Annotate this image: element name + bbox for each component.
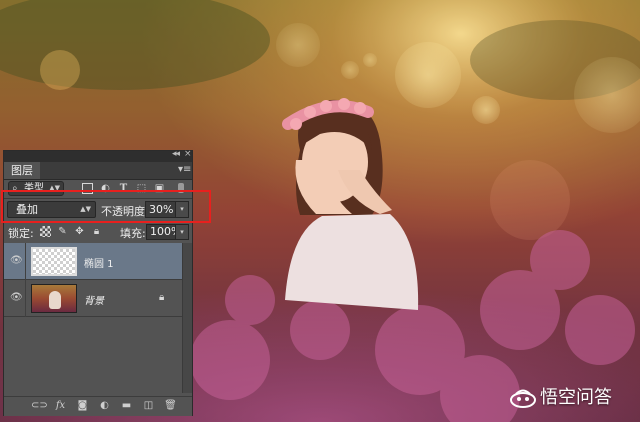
filter-type-label: 类型 — [24, 183, 44, 194]
chevron-down-icon: ▲▼ — [49, 184, 60, 192]
layer-thumbnail — [31, 247, 77, 276]
opacity-input[interactable]: 30% ▾ — [145, 201, 189, 218]
lock-all-icon[interactable]: 🔒︎ — [91, 226, 102, 237]
group-folder-icon[interactable]: ▬ — [120, 400, 133, 412]
smart-object-filter-icon[interactable]: ▣ — [154, 183, 165, 194]
mask-icon[interactable]: ◙ — [76, 400, 89, 412]
lock-icon: 🔒︎ — [159, 292, 165, 303]
collapse-panel-icon[interactable]: ◂◂ — [172, 149, 180, 159]
lock-label: 锁定: — [8, 227, 34, 240]
eye-icon: 👁︎ — [10, 292, 23, 303]
shape-filter-icon[interactable]: ⬚ — [136, 183, 147, 194]
layers-list: 👁︎ 椭圆 1 👁︎ 背景 🔒︎ — [4, 243, 182, 393]
panel-titlebar[interactable]: ◂◂ × — [4, 149, 192, 162]
visibility-toggle[interactable]: 👁︎ — [4, 280, 26, 317]
fill-input[interactable]: 100% ▾ — [146, 224, 189, 240]
layer-name[interactable]: 背景 — [84, 292, 104, 307]
opacity-dropdown-button[interactable]: ▾ — [175, 202, 188, 217]
filter-toggle-switch[interactable] — [178, 183, 184, 193]
search-icon: ⌕ — [12, 183, 18, 194]
link-icon[interactable]: ⊂⊃ — [31, 400, 48, 412]
eye-icon: 👁︎ — [10, 255, 23, 266]
layer-name[interactable]: 椭圆 1 — [84, 255, 114, 270]
visibility-toggle[interactable]: 👁︎ — [4, 243, 26, 280]
blend-row: 叠加 ▲▼ 不透明度: 30% ▾ — [4, 199, 192, 221]
opacity-label: 不透明度: — [101, 205, 149, 218]
opacity-value: 30% — [149, 203, 174, 216]
adjustment-icon[interactable]: ◐ — [98, 400, 111, 412]
close-panel-icon[interactable]: × — [184, 149, 192, 159]
lock-row: 锁定: ✎ ✥ 🔒︎ 填充: 100% ▾ — [4, 223, 192, 242]
lock-move-icon[interactable]: ✥ — [74, 226, 85, 237]
type-filter-icon[interactable]: T — [118, 183, 129, 194]
fx-icon[interactable]: fx — [54, 400, 67, 412]
layers-scrollbar[interactable] — [182, 243, 192, 393]
fill-dropdown-button[interactable]: ▾ — [175, 225, 188, 239]
layers-panel: ◂◂ × 图层 ▾≡ ⌕ 类型 ▲▼ ◐ T ⬚ ▣ 叠加 ▲▼ 不透明度: 3… — [3, 149, 193, 416]
trash-icon[interactable]: 🗑︎ — [164, 400, 177, 412]
panel-tab-row: 图层 ▾≡ — [4, 162, 192, 180]
layer-filter-row: ⌕ 类型 ▲▼ ◐ T ⬚ ▣ — [4, 180, 192, 198]
panel-menu-icon[interactable]: ▾≡ — [178, 164, 191, 175]
blend-mode-select[interactable]: 叠加 ▲▼ — [7, 201, 96, 218]
watermark-text: 悟空问答 — [540, 387, 612, 408]
fill-label: 填充: — [120, 227, 146, 240]
adjustment-filter-icon[interactable]: ◐ — [100, 183, 111, 194]
filter-type-select[interactable]: ⌕ 类型 ▲▼ — [8, 181, 64, 196]
panel-bottom-toolbar: ⊂⊃ fx ◙ ◐ ▬ ◫ 🗑︎ — [4, 396, 192, 416]
lock-transparency-icon[interactable] — [40, 226, 51, 237]
layer-row-background[interactable]: 👁︎ 背景 🔒︎ — [4, 280, 182, 317]
tab-layers[interactable]: 图层 — [4, 162, 40, 179]
new-layer-icon[interactable]: ◫ — [142, 400, 155, 412]
layer-row-ellipse[interactable]: 👁︎ 椭圆 1 — [4, 243, 182, 280]
layer-thumbnail — [31, 284, 77, 313]
lock-brush-icon[interactable]: ✎ — [57, 226, 68, 237]
chevron-down-icon: ▲▼ — [80, 205, 91, 213]
wukong-logo-icon — [510, 389, 536, 408]
pixel-filter-icon[interactable] — [82, 183, 93, 194]
blend-mode-value: 叠加 — [16, 203, 38, 216]
